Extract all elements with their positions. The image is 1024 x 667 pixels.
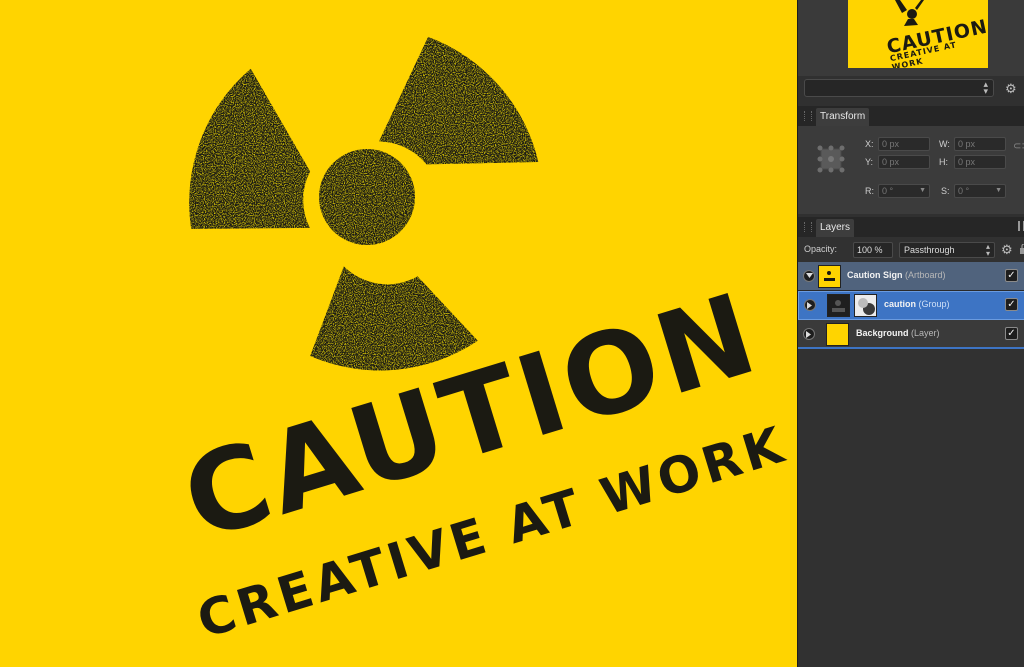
- opacity-label: Opacity:: [804, 244, 838, 254]
- expand-toggle-icon[interactable]: [803, 328, 815, 340]
- x-value: 0 px: [882, 139, 900, 149]
- r-value: 0 °: [882, 186, 894, 196]
- drag-grip-icon[interactable]: [804, 222, 812, 232]
- tab-layers[interactable]: Layers: [816, 219, 855, 237]
- layer-row-group[interactable]: caution (Group) ✓: [798, 291, 1024, 320]
- y-label: Y:: [865, 157, 874, 167]
- background-thumbnail: [826, 323, 849, 346]
- layer-settings-gear-icon[interactable]: ⚙: [1001, 243, 1013, 256]
- navigator-thumbnail[interactable]: CAUTION CREATIVE AT WORK: [848, 0, 988, 68]
- opacity-field[interactable]: 100 %: [853, 242, 893, 258]
- transform-section-header: Transform: [798, 106, 1024, 126]
- visibility-checkbox[interactable]: ✓: [1005, 327, 1018, 340]
- updown-arrows-icon: ▴ ▾: [985, 242, 990, 258]
- w-label: W:: [939, 139, 950, 149]
- gear-icon[interactable]: ⚙: [1005, 82, 1017, 95]
- layer-kind: (Layer): [911, 328, 940, 338]
- r-label: R:: [865, 186, 874, 196]
- navigator-view-dropdown[interactable]: ▴ ▾: [804, 79, 994, 97]
- layer-name: Background (Layer): [856, 328, 940, 338]
- drag-grip-icon[interactable]: [804, 111, 812, 121]
- y-value: 0 px: [882, 157, 900, 167]
- h-label: H:: [939, 157, 948, 167]
- s-value: 0 °: [958, 186, 970, 196]
- tab-transform[interactable]: Transform: [816, 108, 870, 126]
- thumbnail-trefoil-icon: [824, 271, 835, 281]
- expand-toggle-icon[interactable]: [804, 299, 816, 311]
- updown-arrows-icon: ▴ ▾: [983, 79, 988, 96]
- x-label: X:: [865, 139, 874, 149]
- layer-title: caution: [884, 299, 917, 309]
- shear-field[interactable]: 0 ° ▼: [954, 184, 1006, 198]
- s-label: S:: [941, 186, 950, 196]
- mask-icon: [858, 298, 875, 315]
- chevron-down-icon: ▼: [995, 187, 1002, 194]
- layer-kind: (Group): [918, 299, 950, 309]
- panel-menu-icon[interactable]: [1018, 221, 1024, 231]
- h-field[interactable]: 0 px: [954, 155, 1006, 169]
- trefoil-blade-left: [189, 68, 311, 229]
- trefoil-center: [319, 149, 415, 245]
- visibility-checkbox[interactable]: ✓: [1005, 269, 1018, 282]
- link-aspect-icon[interactable]: ⊂⊃: [1013, 141, 1024, 152]
- blend-mode-value: Passthrough: [904, 245, 955, 255]
- lock-icon[interactable]: [1020, 244, 1024, 254]
- opacity-value: 100 %: [857, 245, 883, 255]
- trefoil-blade-right: [379, 36, 539, 165]
- right-studio-panel: CAUTION CREATIVE AT WORK ▴ ▾ ⚙ Transform …: [797, 0, 1024, 667]
- layer-title: Caution Sign: [847, 270, 903, 280]
- group-thumbnail: [827, 294, 850, 317]
- rotation-field[interactable]: 0 ° ▼: [878, 184, 930, 198]
- document-canvas[interactable]: CAUTION CREATIVE AT WORK: [0, 0, 797, 667]
- h-value: 0 px: [958, 157, 976, 167]
- layer-title: Background: [856, 328, 909, 338]
- layers-section-header: Layers: [798, 217, 1024, 237]
- y-field[interactable]: 0 px: [878, 155, 930, 169]
- w-value: 0 px: [958, 139, 976, 149]
- anchor-point-selector-icon[interactable]: [816, 144, 846, 174]
- layer-kind: (Artboard): [905, 270, 946, 280]
- layer-name: Caution Sign (Artboard): [847, 270, 946, 280]
- collapse-toggle-icon[interactable]: [803, 270, 815, 282]
- layer-name: caution (Group): [884, 299, 950, 309]
- artboard-thumbnail: [818, 265, 841, 288]
- blend-mode-dropdown[interactable]: Passthrough ▴ ▾: [899, 242, 995, 258]
- visibility-checkbox[interactable]: ✓: [1005, 298, 1018, 311]
- w-field[interactable]: 0 px: [954, 137, 1006, 151]
- thumbnail-trefoil-icon: [832, 300, 845, 312]
- layer-row-artboard[interactable]: Caution Sign (Artboard) ✓: [798, 262, 1024, 291]
- x-field[interactable]: 0 px: [878, 137, 930, 151]
- layer-row-background[interactable]: Background (Layer) ✓: [798, 320, 1024, 349]
- mask-thumbnail: [854, 294, 877, 317]
- chevron-down-icon: ▼: [919, 187, 926, 194]
- navigator-preview[interactable]: CAUTION CREATIVE AT WORK ▴ ▾ ⚙: [798, 0, 1024, 97]
